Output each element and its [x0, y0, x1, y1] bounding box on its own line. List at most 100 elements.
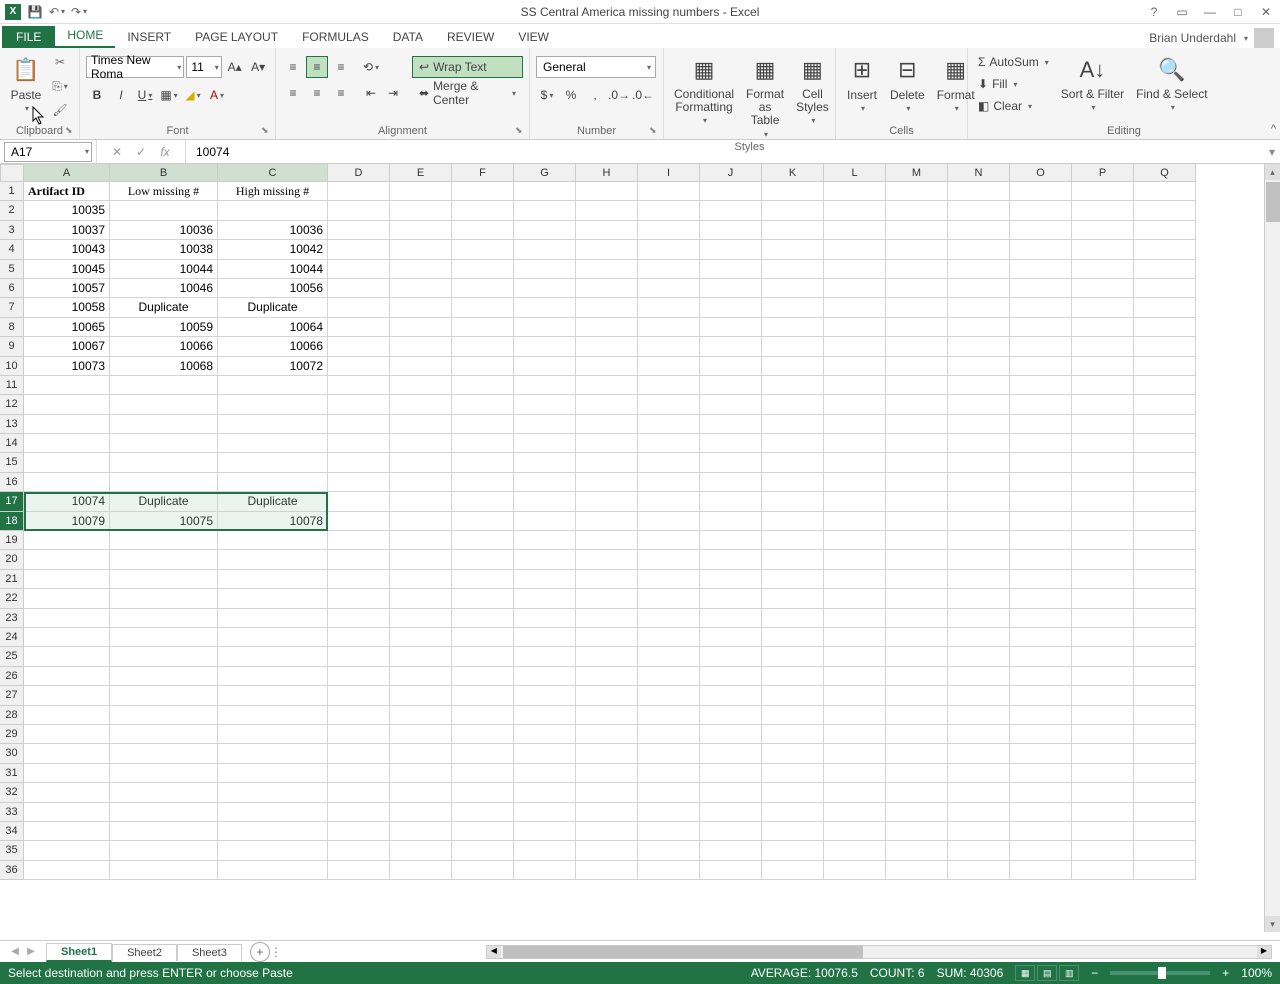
cell[interactable] [948, 550, 1010, 569]
cell[interactable] [110, 744, 218, 763]
cell[interactable] [218, 841, 328, 860]
cell[interactable] [886, 415, 948, 434]
cell[interactable] [218, 609, 328, 628]
cell[interactable] [1072, 337, 1134, 356]
cell[interactable] [1010, 589, 1072, 608]
cell[interactable] [824, 706, 886, 725]
cell[interactable] [700, 589, 762, 608]
row-header[interactable]: 4 [0, 240, 24, 259]
cell[interactable] [24, 764, 110, 783]
cell[interactable] [1134, 589, 1196, 608]
minimize-icon[interactable]: — [1200, 2, 1220, 22]
row-header[interactable]: 27 [0, 686, 24, 705]
cell[interactable] [1072, 570, 1134, 589]
cell[interactable] [328, 376, 390, 395]
cell[interactable] [218, 570, 328, 589]
cut-icon[interactable]: ✂ [50, 52, 70, 72]
cell[interactable] [824, 395, 886, 414]
ribbon-options-icon[interactable]: ▭ [1172, 2, 1192, 22]
cell[interactable] [700, 376, 762, 395]
cell[interactable] [700, 415, 762, 434]
cell[interactable] [514, 221, 576, 240]
zoom-slider[interactable] [1110, 971, 1210, 975]
cell[interactable] [328, 667, 390, 686]
cell[interactable] [328, 453, 390, 472]
cell[interactable] [948, 221, 1010, 240]
row-header[interactable]: 32 [0, 783, 24, 802]
cell[interactable] [948, 357, 1010, 376]
cell[interactable]: Duplicate [218, 492, 328, 511]
cell[interactable] [1134, 686, 1196, 705]
cell[interactable] [948, 240, 1010, 259]
cell[interactable] [1134, 667, 1196, 686]
cell[interactable] [886, 609, 948, 628]
cell[interactable] [886, 550, 948, 569]
cell[interactable] [218, 589, 328, 608]
cell[interactable] [452, 492, 514, 511]
cell[interactable] [824, 667, 886, 686]
cell[interactable] [110, 628, 218, 647]
sort-filter-button[interactable]: A↓Sort & Filter▾ [1057, 52, 1128, 114]
cell[interactable] [110, 706, 218, 725]
cell[interactable]: 10067 [24, 337, 110, 356]
cell[interactable] [576, 803, 638, 822]
cell[interactable] [452, 473, 514, 492]
scroll-left-icon[interactable]: ◀ [487, 946, 501, 958]
row-header[interactable]: 31 [0, 764, 24, 783]
name-box[interactable]: A17▾ [4, 142, 92, 162]
cell[interactable] [218, 686, 328, 705]
cell[interactable] [1010, 531, 1072, 550]
cell[interactable] [638, 783, 700, 802]
cell[interactable] [700, 744, 762, 763]
cell[interactable] [110, 647, 218, 666]
cell[interactable] [1010, 706, 1072, 725]
cell[interactable] [762, 395, 824, 414]
cell[interactable]: 10075 [110, 512, 218, 531]
cell[interactable] [24, 822, 110, 841]
cell[interactable] [576, 628, 638, 647]
cell[interactable] [390, 725, 452, 744]
cell[interactable] [762, 550, 824, 569]
font-color-icon[interactable]: A▾ [206, 84, 228, 106]
cell[interactable] [824, 434, 886, 453]
cell[interactable] [638, 725, 700, 744]
row-header[interactable]: 17 [0, 492, 24, 511]
col-header[interactable]: F [452, 164, 514, 182]
cell[interactable] [24, 434, 110, 453]
user-name[interactable]: Brian Underdahl [1149, 31, 1236, 45]
cell[interactable] [390, 260, 452, 279]
cell[interactable] [452, 260, 514, 279]
cell[interactable] [886, 182, 948, 201]
cell[interactable] [824, 512, 886, 531]
cell[interactable] [452, 357, 514, 376]
cell[interactable] [218, 628, 328, 647]
wrap-text-button[interactable]: ↩ Wrap Text [412, 56, 523, 78]
cell[interactable] [576, 841, 638, 860]
cell[interactable] [328, 415, 390, 434]
row-header[interactable]: 21 [0, 570, 24, 589]
cell[interactable] [24, 803, 110, 822]
cell[interactable] [1010, 415, 1072, 434]
cell[interactable] [824, 415, 886, 434]
cell[interactable] [824, 318, 886, 337]
cell[interactable]: 10073 [24, 357, 110, 376]
row-header[interactable]: 30 [0, 744, 24, 763]
cell[interactable] [328, 647, 390, 666]
cell[interactable] [762, 609, 824, 628]
cell[interactable] [576, 260, 638, 279]
decrease-indent-icon[interactable]: ⇤ [360, 82, 382, 104]
cell[interactable] [24, 744, 110, 763]
cell[interactable] [110, 550, 218, 569]
cell[interactable] [328, 201, 390, 220]
user-dropdown-icon[interactable]: ▾ [1244, 34, 1248, 43]
cell[interactable] [1134, 706, 1196, 725]
user-avatar-icon[interactable] [1254, 28, 1274, 48]
cell[interactable] [700, 725, 762, 744]
col-header[interactable]: J [700, 164, 762, 182]
cell[interactable] [1072, 725, 1134, 744]
scroll-down-icon[interactable]: ▾ [1265, 916, 1280, 932]
cell[interactable] [514, 861, 576, 880]
dialog-launcher-icon[interactable]: ⬊ [261, 125, 273, 137]
cell[interactable]: 10046 [110, 279, 218, 298]
cell[interactable] [328, 240, 390, 259]
